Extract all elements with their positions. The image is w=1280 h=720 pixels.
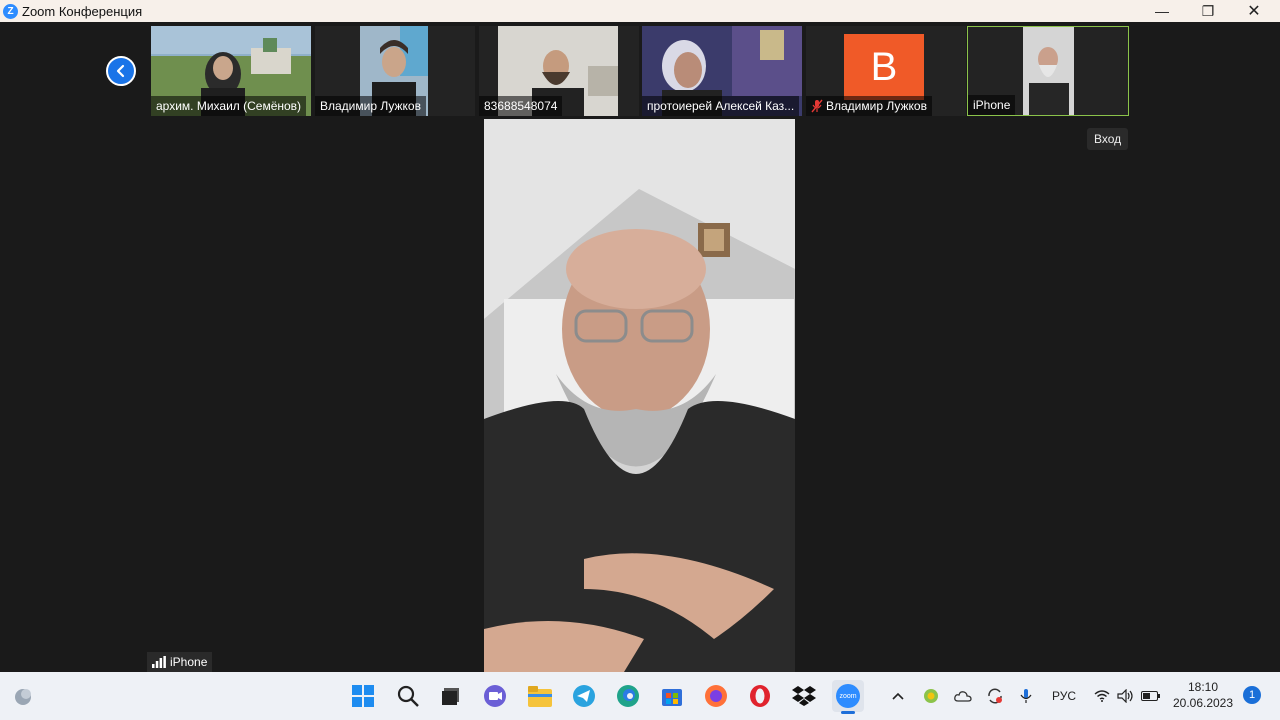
join-tooltip: Вход (1087, 128, 1129, 150)
zoom-app-icon: zoom (836, 684, 860, 708)
search-icon[interactable] (394, 682, 422, 710)
microphone-icon[interactable] (1018, 686, 1034, 706)
participant-tile[interactable]: Владимир Лужков (315, 26, 475, 116)
teams-chat-icon[interactable] (481, 682, 509, 710)
dropbox-icon[interactable] (790, 682, 818, 710)
task-view-icon[interactable] (437, 682, 465, 710)
mic-muted-icon (811, 99, 823, 113)
edge-browser-icon[interactable] (614, 682, 642, 710)
wifi-icon[interactable] (1093, 686, 1111, 706)
participant-tile[interactable]: B Владимир Лужков (806, 26, 966, 116)
chevron-up-icon (892, 692, 904, 700)
firefox-icon[interactable] (702, 682, 730, 710)
active-app-indicator (841, 711, 855, 714)
participant-tile[interactable]: 83688548074 (479, 26, 639, 116)
participant-name: Владимир Лужков (806, 96, 932, 116)
file-explorer-icon[interactable] (526, 682, 554, 710)
gallery-prev-button[interactable] (106, 56, 136, 86)
participant-tile[interactable]: протоиерей Алексей Каз... (642, 26, 802, 116)
participant-name: 83688548074 (479, 96, 563, 116)
notification-badge[interactable]: 1 (1243, 686, 1261, 704)
show-hidden-icons-button[interactable] (890, 686, 906, 706)
zoom-taskbar-button[interactable]: zoom (832, 680, 864, 714)
clock-date: 20.06.2023 (1172, 696, 1234, 710)
participant-video (1023, 27, 1074, 115)
window-titlebar: Z Zoom Конференция — ❐ ✕ (0, 0, 1280, 22)
participant-tile-active[interactable]: iPhone (967, 26, 1129, 116)
window-title: Zoom Конференция (22, 3, 143, 19)
signal-strength-icon (152, 656, 166, 668)
participant-name: архим. Михаил (Семёнов) (151, 96, 307, 116)
chevron-left-icon (116, 64, 125, 78)
telegram-icon[interactable] (570, 682, 598, 710)
start-button-icon[interactable] (349, 682, 377, 710)
clock-time: 18:10 (1187, 680, 1219, 694)
meeting-stage: архим. Михаил (Семёнов) Владимир Лужков … (0, 22, 1280, 672)
volume-icon[interactable] (1116, 686, 1136, 706)
onedrive-icon[interactable] (953, 686, 973, 706)
participant-avatar: B (844, 34, 924, 100)
speaker-name-label: iPhone (147, 652, 213, 672)
participant-name: протоиерей Алексей Каз... (642, 96, 800, 116)
participant-name: iPhone (968, 95, 1016, 115)
battery-icon[interactable] (1140, 686, 1162, 706)
microsoft-store-icon[interactable] (658, 682, 686, 710)
system-clock[interactable]: 18:10 20.06.2023 (1170, 679, 1236, 711)
speaker-video-frame (484, 119, 795, 672)
minimize-button[interactable]: — (1139, 0, 1185, 22)
opera-icon[interactable] (746, 682, 774, 710)
tray-app-icon[interactable] (922, 686, 940, 706)
weather-widget-icon[interactable] (9, 682, 37, 710)
participant-tile[interactable]: архим. Михаил (Семёнов) (151, 26, 311, 116)
sync-icon[interactable] (985, 686, 1005, 706)
input-language-indicator[interactable]: РУС (1048, 686, 1080, 706)
restore-button[interactable]: ❐ (1185, 0, 1231, 22)
active-speaker-video (484, 119, 795, 672)
zoom-logo-icon: Z (3, 3, 18, 19)
windows-taskbar: zoom РУС 18:10 20.06.2023 1 (0, 672, 1280, 720)
participant-name: Владимир Лужков (315, 96, 426, 116)
close-button[interactable]: ✕ (1231, 0, 1277, 22)
